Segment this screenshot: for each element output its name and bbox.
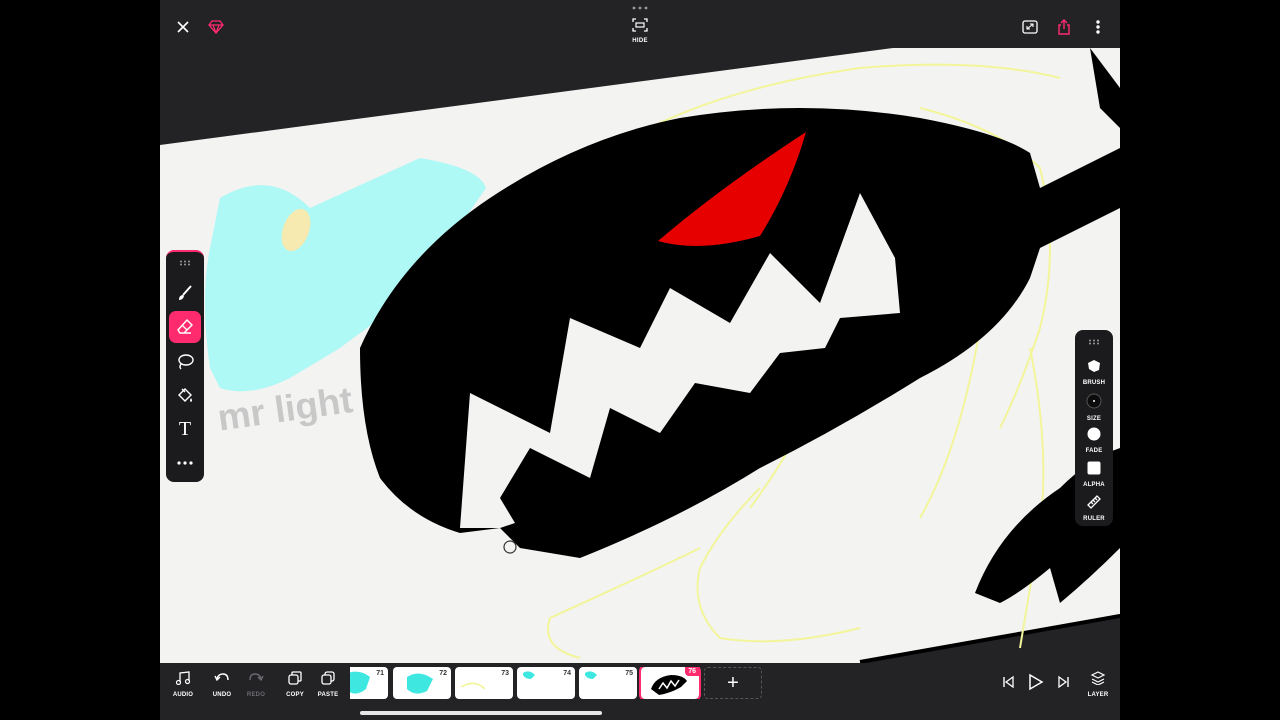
audio-label: AUDIO [172, 692, 194, 698]
play-icon [1029, 673, 1044, 691]
frame-thumbnail[interactable]: 71 [350, 667, 388, 699]
copy-label: COPY [286, 692, 304, 698]
drag-handle-icon[interactable] [632, 5, 648, 11]
frame-thumbnail[interactable]: 72 [393, 667, 451, 699]
brush-label: BRUSH [1082, 380, 1106, 386]
tool-eraser[interactable] [169, 311, 201, 343]
brush-shape-icon [1088, 360, 1100, 372]
diamond-icon [208, 20, 224, 34]
more-horizontal-icon [177, 461, 193, 465]
brush-type-button[interactable]: BRUSH [1075, 359, 1113, 386]
frame-number: 76 [685, 667, 699, 676]
ruler-button[interactable]: RULER [1075, 495, 1113, 522]
tool-text[interactable]: T [169, 413, 201, 445]
bottom-bar: AUDIO UNDO REDO COPY PASTE 71 72 73 74 7… [160, 663, 1120, 720]
skip-forward-icon [1058, 675, 1069, 689]
paint-bucket-icon [178, 388, 192, 402]
next-frame-button[interactable] [1046, 675, 1082, 694]
brush-fade-button[interactable]: FADE [1075, 427, 1113, 454]
size-label: SIZE [1086, 416, 1102, 422]
ruler-icon [1087, 495, 1101, 509]
more-vertical-icon [1096, 20, 1100, 34]
redo-button[interactable]: REDO [238, 671, 274, 698]
home-indicator[interactable] [360, 711, 602, 715]
hide-label: HIDE [632, 38, 648, 44]
alpha-label: ALPHA [1083, 482, 1105, 488]
palette-drag-icon[interactable] [179, 260, 191, 266]
close-button[interactable] [170, 14, 196, 40]
brush-icon [179, 285, 192, 300]
frame-number: 75 [625, 670, 633, 677]
premium-button[interactable] [203, 14, 229, 40]
undo-label: UNDO [212, 692, 232, 698]
undo-button[interactable]: UNDO [204, 671, 240, 698]
hide-ui-button[interactable]: HIDE [624, 18, 656, 46]
frame-timeline[interactable]: 71 72 73 74 75 76 [350, 667, 760, 699]
skip-back-icon [1003, 675, 1014, 689]
paste-icon [321, 671, 335, 685]
paste-button[interactable]: PASTE [310, 671, 346, 698]
tool-fill[interactable] [169, 379, 201, 411]
paste-label: PASTE [317, 692, 339, 698]
fade-label: FADE [1085, 448, 1103, 454]
layer-label: LAYER [1087, 692, 1109, 698]
drawing-canvas[interactable]: mr light [160, 48, 1120, 663]
audio-button[interactable]: AUDIO [165, 671, 201, 698]
eraser-icon [177, 318, 193, 334]
app-window: HIDE mr light T BRUSH SIZE FADE ALPHA RU… [160, 0, 1120, 720]
top-bar: HIDE [160, 0, 1120, 48]
brush-settings-palette: BRUSH SIZE FADE ALPHA RULER [1075, 330, 1113, 526]
frame-number: 72 [439, 670, 447, 677]
add-frame-button[interactable]: + [704, 667, 762, 699]
frame-number: 71 [376, 670, 384, 677]
frame-thumbnail[interactable]: 73 [455, 667, 513, 699]
size-icon [1086, 393, 1102, 409]
ruler-label: RULER [1083, 516, 1105, 522]
fullscreen-button[interactable] [1017, 14, 1043, 40]
tool-palette: T [166, 250, 204, 482]
redo-icon [249, 673, 264, 682]
artwork [160, 48, 1120, 663]
redo-label: REDO [246, 692, 266, 698]
tool-lasso[interactable] [169, 345, 201, 377]
frame-thumbnail-active[interactable]: 76 [639, 667, 701, 699]
more-options-button[interactable] [1085, 14, 1111, 40]
plus-icon: + [727, 671, 739, 694]
brush-alpha-button[interactable]: ALPHA [1075, 461, 1113, 488]
undo-icon [214, 673, 229, 682]
text-icon: T [178, 417, 192, 440]
share-button[interactable] [1051, 14, 1077, 40]
layers-icon [1090, 671, 1106, 686]
fade-icon [1087, 427, 1101, 441]
tool-brush[interactable] [169, 277, 201, 309]
lasso-icon [178, 354, 194, 370]
copy-button[interactable]: COPY [277, 671, 313, 698]
hide-icon [632, 18, 648, 32]
brush-size-button[interactable]: SIZE [1075, 393, 1113, 422]
frame-number: 74 [563, 670, 571, 677]
frame-thumbnail[interactable]: 74 [517, 667, 575, 699]
music-note-icon [175, 671, 191, 686]
expand-icon [1022, 20, 1038, 34]
tool-more[interactable] [169, 447, 201, 479]
frame-number: 73 [501, 670, 509, 677]
close-icon [177, 21, 189, 33]
alpha-icon [1087, 461, 1101, 475]
share-icon [1058, 19, 1070, 35]
copy-icon [288, 671, 302, 685]
palette-drag-icon[interactable] [1088, 339, 1100, 345]
layer-button[interactable]: LAYER [1080, 671, 1116, 698]
frame-thumbnail[interactable]: 75 [579, 667, 637, 699]
